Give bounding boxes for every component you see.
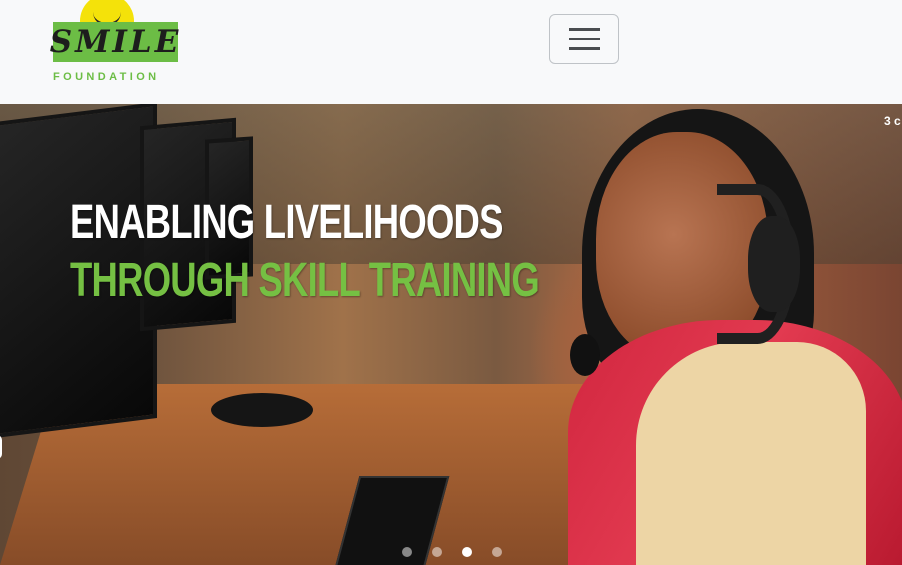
hero-headline-line-1: ENABLING LIVELIHOODS [70,196,503,249]
microphone-icon [570,334,600,376]
site-navbar: SMILE FOUNDATION [0,0,902,104]
carousel-indicators [402,547,506,561]
navbar-toggle-button[interactable] [549,14,619,64]
hero-carousel[interactable]: ENABLING LIVELIHOODS THROUGH SKILL TRAIN… [0,104,902,565]
logo-brand-name: SMILE [49,24,182,60]
carousel-counter-fragment: 3 c [884,114,901,128]
hero-headline-line-2: THROUGH SKILL TRAINING [70,254,540,307]
hamburger-line-bottom-icon [568,47,600,50]
logo-wordmark: SMILE [50,22,178,62]
carousel-indicator-2[interactable] [432,547,442,557]
carousel-previous-control[interactable] [0,435,2,459]
hero-headline: ENABLING LIVELIHOODS THROUGH SKILL TRAIN… [70,194,687,310]
hero-student-cream-shirt [636,342,866,565]
hamburger-line-middle-icon [568,37,600,41]
hero-computer-mouse [211,393,313,427]
logo-subtitle: FOUNDATION [53,71,160,83]
carousel-indicator-4[interactable] [492,547,502,557]
hamburger-line-top-icon [568,28,600,31]
smile-foundation-logo[interactable]: SMILE FOUNDATION [50,0,182,90]
headset-earcup-icon [748,216,800,312]
carousel-indicator-1[interactable] [402,547,412,557]
carousel-indicator-3-active[interactable] [462,547,472,557]
